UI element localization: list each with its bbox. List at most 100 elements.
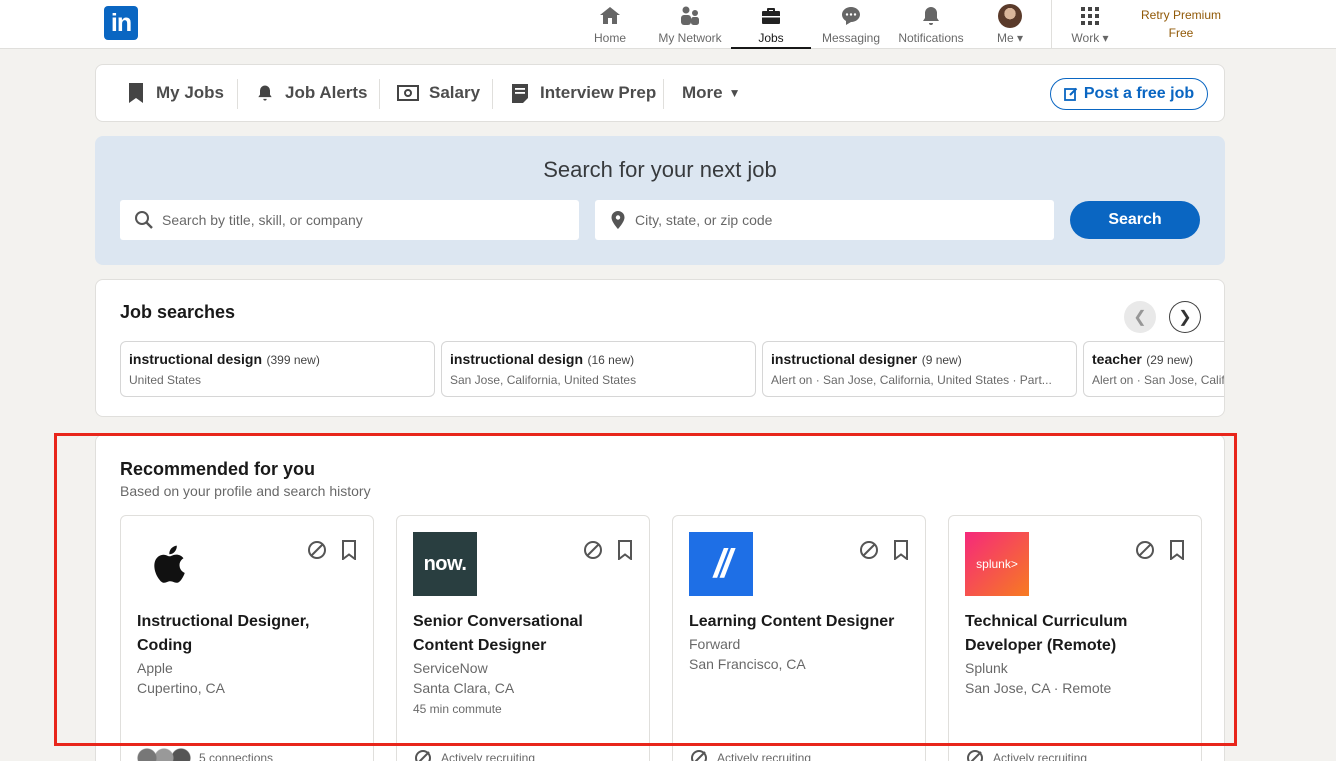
dismiss-icon[interactable] <box>307 540 327 560</box>
job-footer-text: 5 connections <box>199 751 274 761</box>
saved-search-location: United States <box>129 373 202 387</box>
job-title[interactable]: Senior Conversational Content Designer <box>413 610 635 658</box>
jobs-subnav: My Jobs Job Alerts Salary Interview Prep… <box>95 64 1225 122</box>
job-info: Learning Content Designer Forward San Fr… <box>689 610 911 674</box>
nav-notifications[interactable]: Notifications <box>892 0 970 49</box>
job-card[interactable]: splunk> Technical Curriculum Developer (… <box>948 515 1202 761</box>
saved-search-new-count: (9 new) <box>921 353 962 367</box>
saved-search-card[interactable]: instructional designer (9 new) Alert on … <box>762 341 1077 397</box>
nav-home[interactable]: Home <box>586 0 634 49</box>
job-actions <box>859 540 909 560</box>
subnav-more[interactable]: More ▼ <box>682 65 741 121</box>
location-placeholder: City, state, or zip code <box>635 212 773 228</box>
notepad-icon <box>512 84 528 103</box>
nav-messaging-label: Messaging <box>821 31 881 45</box>
job-card[interactable]: now. Senior Conversational Content Desig… <box>396 515 650 761</box>
money-icon <box>397 85 419 101</box>
job-card[interactable]: // Learning Content Designer Forward San… <box>672 515 926 761</box>
location-search-input[interactable]: City, state, or zip code <box>595 200 1054 240</box>
bookmark-icon[interactable] <box>617 540 633 560</box>
job-footer: Actively recruiting <box>689 748 811 761</box>
job-title[interactable]: Instructional Designer, Coding <box>137 610 359 658</box>
job-info: Instructional Designer, Coding Apple Cup… <box>137 610 359 698</box>
job-company: Splunk <box>965 660 1008 676</box>
job-footer: 5 connections <box>137 748 273 761</box>
apple-logo <box>137 532 201 596</box>
nav-my-network[interactable]: My Network <box>652 0 728 49</box>
edit-icon <box>1063 87 1078 101</box>
carousel-prev-button[interactable]: ❮ <box>1124 301 1156 333</box>
search-icon <box>135 211 153 229</box>
job-location: San Jose, CA · Remote <box>965 680 1112 696</box>
connections-avatars <box>137 748 191 761</box>
job-footer: Actively recruiting <box>965 748 1087 761</box>
job-card[interactable]: Instructional Designer, Coding Apple Cup… <box>120 515 374 761</box>
location-pin-icon <box>611 211 625 229</box>
saved-search-card[interactable]: teacher (29 new) Alert on · San Jose, Ca… <box>1083 341 1224 397</box>
dismiss-icon[interactable] <box>1135 540 1155 560</box>
recruiting-icon <box>415 750 431 761</box>
nav-me-label: Me ▾ <box>996 31 1024 45</box>
avatar <box>998 4 1022 28</box>
recommended-section: Recommended for you Based on your profil… <box>95 434 1225 761</box>
recommended-title: Recommended for you <box>120 459 316 479</box>
network-icon <box>681 6 699 25</box>
nav-work[interactable]: Work ▾ <box>1066 0 1114 49</box>
nav-messaging[interactable]: Messaging <box>817 0 885 49</box>
bookmark-icon <box>129 83 143 103</box>
linkedin-logo[interactable]: in <box>104 6 138 40</box>
job-location: Cupertino, CA <box>137 680 225 696</box>
saved-search-location: San Jose, California, United States <box>450 373 637 387</box>
job-actions <box>1135 540 1185 560</box>
saved-search-new-count: (399 new) <box>266 353 320 367</box>
subnav-job-alerts-label: Job Alerts <box>285 83 368 102</box>
caret-down-icon: ▼ <box>728 86 741 100</box>
job-title[interactable]: Technical Curriculum Developer (Remote) <box>965 610 1187 658</box>
subnav-job-alerts[interactable]: Job Alerts <box>255 65 368 121</box>
nav-my-network-label: My Network <box>658 31 722 45</box>
saved-search-location: Alert on · San Jose, California, United … <box>771 373 1052 387</box>
job-commute: 45 min commute <box>413 702 502 716</box>
subnav-divider <box>379 79 380 109</box>
saved-search-query: instructional designer <box>771 351 918 367</box>
job-title[interactable]: Learning Content Designer <box>689 610 911 634</box>
job-location: San Francisco, CA <box>689 656 806 672</box>
nav-me[interactable]: Me ▾ <box>990 0 1030 49</box>
job-company: ServiceNow <box>413 660 488 676</box>
servicenow-logo-text: now. <box>423 552 467 575</box>
keyword-placeholder: Search by title, skill, or company <box>162 212 363 228</box>
subnav-divider <box>663 79 664 109</box>
dismiss-icon[interactable] <box>859 540 879 560</box>
keyword-search-input[interactable]: Search by title, skill, or company <box>120 200 579 240</box>
subnav-more-label: More <box>682 83 723 102</box>
retry-premium-link[interactable]: Retry Premium Free <box>1130 6 1232 42</box>
saved-search-card[interactable]: instructional design (16 new) San Jose, … <box>441 341 756 397</box>
bookmark-icon[interactable] <box>1169 540 1185 560</box>
recruiting-icon <box>691 750 707 761</box>
saved-search-card[interactable]: instructional design (399 new) United St… <box>120 341 435 397</box>
forward-logo: // <box>689 532 753 596</box>
job-searches-section: Job searches ❮ ❯ instructional design (3… <box>95 279 1225 417</box>
nav-notifications-label: Notifications <box>898 31 964 45</box>
subnav-my-jobs[interactable]: My Jobs <box>126 65 224 121</box>
subnav-interview-prep[interactable]: Interview Prep <box>510 65 656 121</box>
job-search-hero: Search for your next job Search by title… <box>95 136 1225 265</box>
nav-divider <box>1051 0 1052 49</box>
subnav-salary-label: Salary <box>429 83 481 102</box>
bookmark-icon[interactable] <box>893 540 909 560</box>
search-button[interactable]: Search <box>1070 201 1200 239</box>
subnav-my-jobs-label: My Jobs <box>156 83 225 102</box>
job-location: Santa Clara, CA <box>413 680 515 696</box>
post-free-job-button[interactable]: Post a free job <box>1050 78 1208 110</box>
subnav-salary[interactable]: Salary <box>397 65 480 121</box>
job-company: Forward <box>689 636 741 652</box>
dismiss-icon[interactable] <box>583 540 603 560</box>
bookmark-icon[interactable] <box>341 540 357 560</box>
hero-title: Search for your next job <box>543 157 777 182</box>
job-footer-text: Actively recruiting <box>993 751 1088 761</box>
carousel-next-button[interactable]: ❯ <box>1169 301 1201 333</box>
chevron-down-icon: ▾ <box>1102 31 1109 45</box>
nav-jobs[interactable]: Jobs <box>731 0 811 49</box>
chevron-down-icon: ▾ <box>1016 31 1024 45</box>
nav-work-label: Work ▾ <box>1071 31 1109 45</box>
